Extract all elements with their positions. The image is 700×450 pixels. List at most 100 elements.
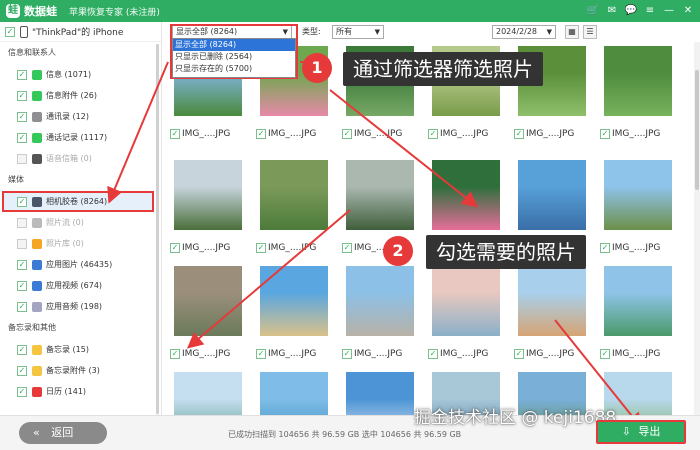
filter-option[interactable]: 显示全部 (8264) [173, 39, 295, 51]
sidebar-item-checkbox[interactable]: ✓ [17, 132, 27, 143]
chat-icon[interactable]: 💬 [623, 3, 639, 19]
photo-checkbox[interactable]: ✓ [514, 129, 524, 139]
filter-option[interactable]: 只显示已删除 (2564) [173, 51, 295, 63]
sidebar-item-checkbox[interactable]: ✓ [17, 301, 27, 312]
sidebar-item-checkbox[interactable]: ✓ [17, 365, 27, 376]
sidebar-item-checkbox[interactable]: ✓ [17, 90, 27, 101]
sidebar-item[interactable]: ✓ 备忘录 (15) [0, 339, 161, 360]
photo-tile[interactable] [164, 372, 244, 415]
sidebar-item-checkbox[interactable] [17, 153, 27, 164]
gift-icon[interactable]: ✉ [604, 3, 620, 19]
close-icon[interactable]: ✕ [680, 3, 696, 19]
filter-option[interactable]: 只显示存在的 (5700) [173, 63, 295, 75]
main-scrollbar[interactable] [694, 42, 700, 415]
sidebar-scrollbar[interactable] [156, 44, 159, 424]
sidebar-item[interactable]: ✓ 通话记录 (1117) [0, 127, 161, 148]
sidebar-item-checkbox[interactable] [17, 238, 27, 249]
sidebar-item-checkbox[interactable]: ✓ [17, 111, 27, 122]
photo-tile[interactable]: ✓IMG_....JPG [594, 266, 674, 360]
sidebar-item[interactable]: ✓ 备忘录附件 (3) [0, 360, 161, 381]
photo-tile[interactable]: ✓IMG_....JPG [250, 160, 330, 254]
sidebar-item[interactable]: ✓ 通讯录 (12) [0, 106, 161, 127]
sidebar-item[interactable]: ✓ 应用图片 (46435) [0, 254, 161, 275]
back-button[interactable]: « 返回 [19, 422, 107, 444]
menu-icon[interactable]: ≡ [642, 3, 658, 19]
device-row[interactable]: ✓ "ThinkPad"的 iPhone [0, 22, 161, 42]
export-button[interactable]: ⇩ 导出 [596, 420, 686, 444]
sidebar-item[interactable]: ✓ 应用视频 (674) [0, 275, 161, 296]
photo-tile[interactable]: ✓IMG_....JPG [422, 266, 502, 360]
photo-checkbox[interactable]: ✓ [342, 349, 352, 359]
photo-thumbnail[interactable] [432, 160, 500, 230]
photo-thumbnail[interactable] [604, 160, 672, 230]
photo-thumbnail[interactable] [174, 160, 242, 230]
sidebar-item-checkbox[interactable]: ✓ [17, 196, 27, 207]
photo-caption-row: ✓IMG_....JPG [428, 128, 502, 140]
device-checkbox[interactable]: ✓ [5, 26, 15, 37]
photo-thumbnail[interactable] [260, 160, 328, 230]
photo-thumbnail[interactable] [346, 266, 414, 336]
photo-thumbnail[interactable] [432, 266, 500, 336]
photo-tile[interactable]: ✓IMG_....JPG [250, 266, 330, 360]
photo-checkbox[interactable]: ✓ [256, 129, 266, 139]
photo-thumbnail[interactable] [346, 160, 414, 230]
main-scroll-thumb[interactable] [695, 70, 699, 190]
date-select[interactable]: 2024/2/28 ▼ [492, 25, 556, 39]
photo-tile[interactable]: ✓IMG_....JPG [508, 266, 588, 360]
photo-checkbox[interactable]: ✓ [256, 349, 266, 359]
sidebar-item-checkbox[interactable]: ✓ [17, 344, 27, 355]
photo-filename: IMG_....JPG [182, 243, 231, 253]
photo-checkbox[interactable]: ✓ [600, 243, 610, 253]
photo-tile[interactable]: ✓IMG_....JPG [594, 160, 674, 254]
photo-thumbnail[interactable] [346, 372, 414, 415]
back-arrow-icon: « [33, 426, 40, 439]
photo-checkbox[interactable]: ✓ [170, 129, 180, 139]
sidebar-item-checkbox[interactable]: ✓ [17, 280, 27, 291]
photo-thumbnail[interactable] [518, 160, 586, 230]
cart-icon[interactable]: 🛒 [585, 3, 601, 19]
sidebar-item-checkbox[interactable]: ✓ [17, 259, 27, 270]
photo-checkbox[interactable]: ✓ [428, 349, 438, 359]
photo-thumbnail[interactable] [604, 266, 672, 336]
sidebar-item-checkbox[interactable] [17, 217, 27, 228]
list-view-icon[interactable]: ☰ [583, 25, 597, 39]
sidebar-item[interactable]: ✓ 应用音频 (198) [0, 296, 161, 317]
sidebar-item[interactable]: ✓ 信息 (1071) [0, 64, 161, 85]
minimize-icon[interactable]: — [661, 3, 677, 19]
photo-thumbnail[interactable] [518, 266, 586, 336]
type-select[interactable]: 所有 ▼ [332, 25, 384, 39]
photo-checkbox[interactable]: ✓ [428, 129, 438, 139]
grid-view-icon[interactable]: ▦ [565, 25, 579, 39]
sidebar-item[interactable]: ✓ 相机胶卷 (8264) [2, 191, 154, 212]
sidebar-scroll-thumb[interactable] [156, 44, 159, 414]
sidebar-item-label: 照片库 (0) [46, 239, 84, 248]
photo-thumbnail[interactable] [604, 46, 672, 116]
sidebar-item[interactable]: ✓ 日历 (141) [0, 381, 161, 402]
back-label: 返回 [51, 426, 74, 439]
photo-tile[interactable]: ✓IMG_....JPG [164, 266, 244, 360]
photo-filename: IMG_....JPG [612, 129, 661, 139]
photo-thumbnail[interactable] [174, 372, 242, 415]
photo-tile[interactable] [336, 372, 416, 415]
photo-checkbox[interactable]: ✓ [256, 243, 266, 253]
photo-tile[interactable]: ✓IMG_....JPG [336, 266, 416, 360]
sidebar-item[interactable]: 语音信箱 (0) [0, 148, 161, 169]
photo-checkbox[interactable]: ✓ [170, 243, 180, 253]
photo-thumbnail[interactable] [260, 266, 328, 336]
photo-checkbox[interactable]: ✓ [600, 129, 610, 139]
photo-checkbox[interactable]: ✓ [170, 349, 180, 359]
photo-checkbox[interactable]: ✓ [600, 349, 610, 359]
photo-checkbox[interactable]: ✓ [342, 129, 352, 139]
photo-tile[interactable] [250, 372, 330, 415]
photo-tile[interactable]: ✓IMG_....JPG [594, 46, 674, 140]
photo-checkbox[interactable]: ✓ [514, 349, 524, 359]
sidebar-item-checkbox[interactable]: ✓ [17, 386, 27, 397]
photo-tile[interactable]: ✓IMG_....JPG [164, 160, 244, 254]
photo-thumbnail[interactable] [260, 372, 328, 415]
sidebar-item-checkbox[interactable]: ✓ [17, 69, 27, 80]
photo-checkbox[interactable]: ✓ [342, 243, 352, 253]
sidebar-item[interactable]: 照片流 (0) [0, 212, 161, 233]
photo-thumbnail[interactable] [174, 266, 242, 336]
sidebar-item[interactable]: 照片库 (0) [0, 233, 161, 254]
sidebar-item[interactable]: ✓ 信息附件 (26) [0, 85, 161, 106]
